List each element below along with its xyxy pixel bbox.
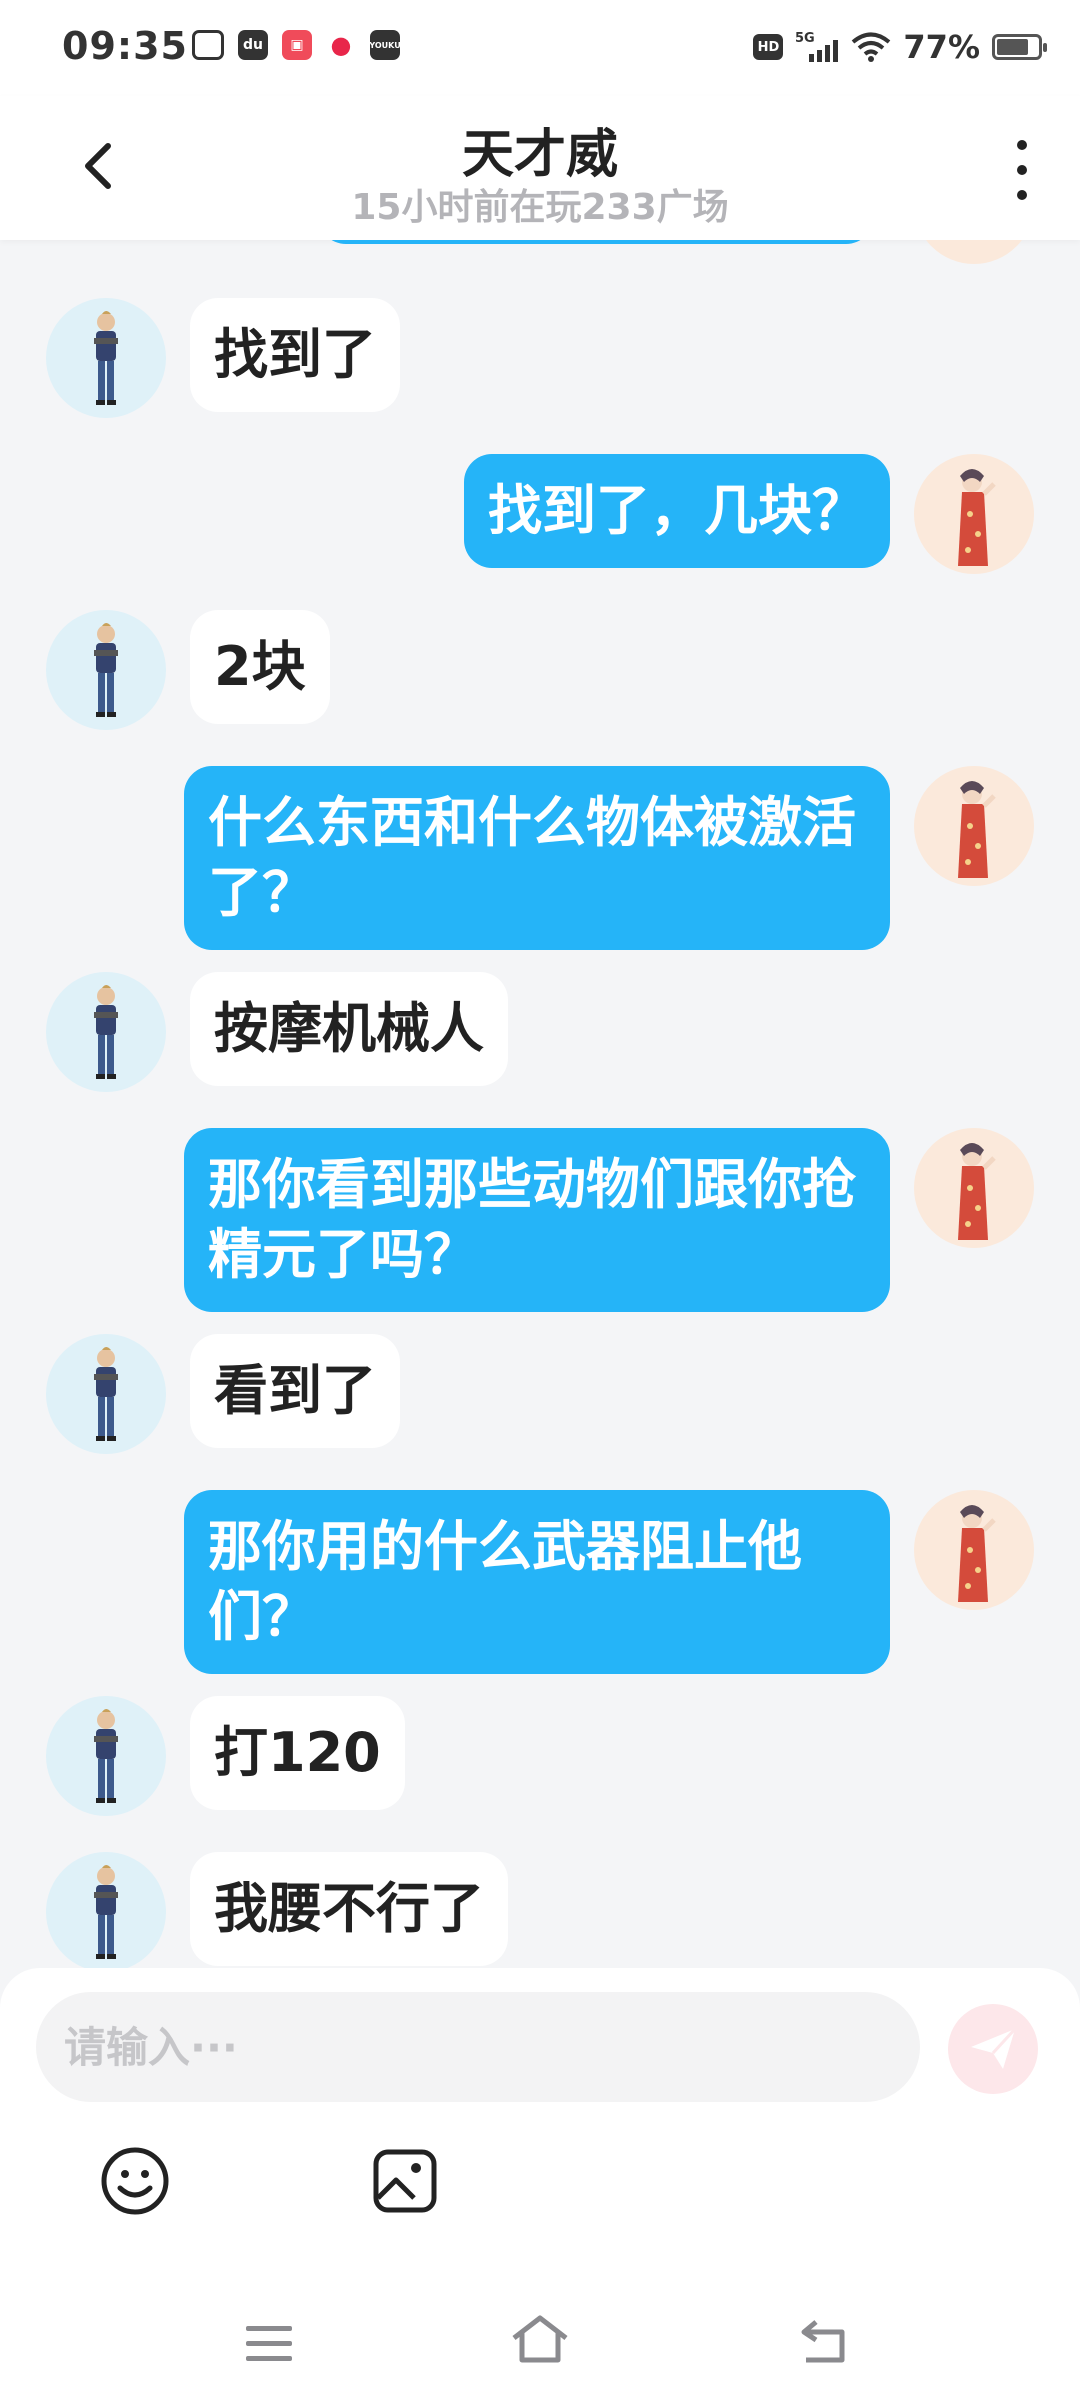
message-bubble[interactable]: 按摩机械人 [190, 972, 508, 1086]
wifi-icon [852, 32, 891, 62]
message-bubble[interactable]: 那你看到那些动物们跟你抢精元了吗？ [184, 1128, 890, 1312]
message-list[interactable]: 找到了 找到了，几块？ 2块 什么东西和什么物体被激活了？ 按摩机械人 那你看到… [0, 240, 1080, 1968]
nav-menu-button[interactable] [244, 2322, 294, 2366]
message-bubble[interactable]: 打120 [190, 1696, 405, 1810]
message-bubble[interactable]: 我腰不行了 [190, 1852, 508, 1966]
signal-5g-icon: 5G [795, 31, 839, 62]
message-row: 看到了 [46, 1334, 400, 1454]
network-type: 5G [795, 31, 815, 46]
bilibili-tv-icon [192, 30, 224, 60]
message-row: 找到了，几块？ [464, 454, 1034, 574]
notification-icons: du ▣ ● YOUKU [192, 30, 401, 60]
avatar-contact[interactable] [46, 1696, 166, 1816]
message-input[interactable] [36, 1992, 920, 2102]
kuaishou-icon: ▣ [282, 30, 312, 60]
avatar-contact[interactable] [46, 972, 166, 1092]
message-row: 找到了 [46, 298, 400, 418]
battery-icon [992, 34, 1047, 60]
message-row: 按摩机械人 [46, 972, 508, 1092]
avatar-contact[interactable] [46, 1334, 166, 1454]
menu-icon [246, 2326, 292, 2361]
chat-header: 天才威 15小时前在玩233广场 [0, 96, 1080, 240]
status-indicators: HD 5G 77% [753, 28, 1047, 66]
message-bubble[interactable]: 2块 [190, 610, 330, 724]
image-button[interactable] [370, 2146, 440, 2216]
return-icon [801, 2320, 845, 2363]
avatar-me[interactable] [914, 1128, 1034, 1248]
chat-screen: 09:35 du ▣ ● YOUKU HD 5G 77% 天才威 15小时前在玩… [0, 0, 1080, 2404]
contact-status: 15小时前在玩233广场 [351, 187, 729, 228]
avatar-me[interactable] [914, 766, 1034, 886]
message-row: 什么东西和什么物体被激活了？ [184, 766, 1034, 950]
hd-icon: HD [753, 34, 784, 60]
status-bar: 09:35 du ▣ ● YOUKU HD 5G 77% [0, 0, 1080, 96]
avatar-me-partial [914, 240, 1034, 264]
du-icon: du [238, 30, 268, 60]
battery-percent: 77% [903, 28, 980, 66]
nav-back-button[interactable] [798, 2318, 850, 2366]
message-row: 打120 [46, 1696, 405, 1816]
image-icon [373, 2149, 437, 2213]
paper-plane-icon [971, 2027, 1017, 2069]
youku-icon: YOUKU [369, 30, 401, 60]
smiley-icon [101, 2147, 169, 2215]
message-row: 那你用的什么武器阻止他们？ [184, 1490, 1034, 1674]
message-row: 2块 [46, 610, 330, 730]
message-bubble[interactable]: 什么东西和什么物体被激活了？ [184, 766, 890, 950]
emoji-button[interactable] [100, 2146, 170, 2216]
avatar-me[interactable] [914, 454, 1034, 574]
avatar-contact[interactable] [46, 610, 166, 730]
more-vertical-icon [1017, 140, 1027, 150]
avatar-contact[interactable] [46, 298, 166, 418]
message-row: 那你看到那些动物们跟你抢精元了吗？ [184, 1128, 1034, 1312]
avatar-me[interactable] [914, 1490, 1034, 1610]
message-bubble[interactable]: 找到了，几块？ [464, 454, 890, 568]
message-bubble[interactable]: 看到了 [190, 1334, 400, 1448]
weibo-icon: ● [326, 30, 356, 60]
contact-name: 天才威 [461, 125, 618, 185]
status-time: 09:35 [62, 24, 188, 68]
send-button[interactable] [948, 2004, 1038, 2094]
nav-home-button[interactable] [510, 2312, 570, 2366]
home-icon [512, 2315, 568, 2363]
message-bubble[interactable]: 找到了 [190, 298, 400, 412]
more-button[interactable] [1002, 140, 1042, 200]
avatar-contact[interactable] [46, 1852, 166, 1968]
message-bubble[interactable]: 那你用的什么武器阻止他们？ [184, 1490, 890, 1674]
message-bubble-partial [318, 240, 874, 244]
message-row: 我腰不行了 [46, 1852, 508, 1968]
